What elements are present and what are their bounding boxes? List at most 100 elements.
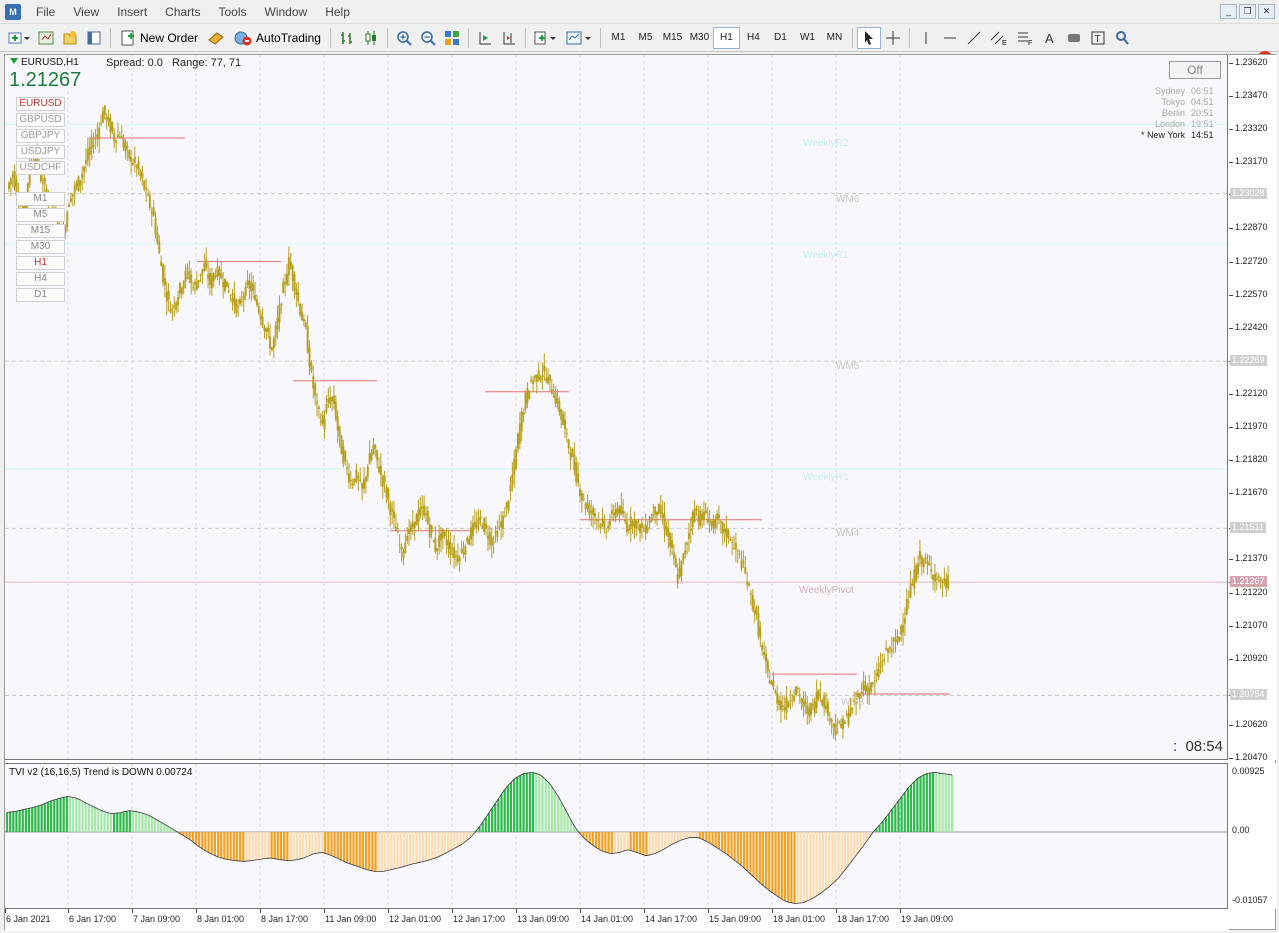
candle-body xyxy=(701,513,704,520)
bar-chart-button[interactable] xyxy=(335,27,359,49)
panel-timeframe-m5[interactable]: M5 xyxy=(16,208,65,222)
text-box-button[interactable]: T xyxy=(1086,27,1110,49)
candle-body xyxy=(505,501,508,509)
symbol-button-eurusd[interactable]: EURUSD xyxy=(16,97,65,111)
price-axis-tick xyxy=(1229,63,1233,64)
candle-body xyxy=(359,479,362,482)
price-axis[interactable]: 1.23620 1.23470 1.23320 1.23170 1.23028 1.228… xyxy=(1229,55,1277,762)
candle-body xyxy=(594,513,597,517)
minimize-icon[interactable]: _ xyxy=(1220,4,1237,19)
new-chart-button[interactable] xyxy=(4,27,34,49)
candle-body xyxy=(244,286,247,297)
tile-windows-icon xyxy=(444,30,459,45)
templates-button[interactable] xyxy=(562,27,596,49)
candle-body xyxy=(545,378,548,382)
symbol-button-usdchf[interactable]: USDCHF xyxy=(16,161,65,175)
menu-window[interactable]: Window xyxy=(256,0,317,24)
toolbar-separator xyxy=(467,27,469,48)
restore-icon[interactable]: ❐ xyxy=(1239,4,1256,19)
indicator-axis[interactable]: 0.00925 0.00 -0.01057 xyxy=(1229,763,1277,909)
panel-timeframe-m15[interactable]: M15 xyxy=(16,224,65,238)
time-axis-label: 6 Jan 17:00 xyxy=(69,914,117,924)
price-chart[interactable]: EURUSD,H1 Spread: 0.0 Range: 77, 71 1.21… xyxy=(5,55,1228,760)
timeframe-m1[interactable]: M1 xyxy=(605,27,632,49)
timeframe-d1[interactable]: D1 xyxy=(767,27,794,49)
cursor-button[interactable] xyxy=(856,26,881,49)
candle-body xyxy=(847,713,850,725)
candlestick-button[interactable] xyxy=(359,27,383,49)
crosshair-button[interactable] xyxy=(881,27,905,49)
symbol-button-usdjpy[interactable]: USDJPY xyxy=(16,145,65,159)
timeframe-m5[interactable]: M5 xyxy=(632,27,659,49)
indicators-button[interactable] xyxy=(530,27,562,49)
tile-windows-button[interactable] xyxy=(440,27,464,49)
candle-body xyxy=(137,160,140,171)
horizontal-line-icon xyxy=(943,37,956,38)
tvi-indicator-panel[interactable]: TVI v2 (16,16,5) Trend is DOWN 0.00724 xyxy=(5,763,1228,909)
candle-body xyxy=(924,557,927,560)
off-button[interactable]: Off xyxy=(1169,61,1221,79)
candle-body xyxy=(387,488,390,500)
time-axis[interactable]: 6 Jan 2021 6 Jan 17:00 7 Jan 09:00 8 Jan 01… xyxy=(5,909,1229,931)
panel-timeframe-m30[interactable]: M30 xyxy=(16,240,65,254)
trendline-button[interactable] xyxy=(962,27,986,49)
candle-body xyxy=(302,318,305,322)
price-axis-label: 1.21820 xyxy=(1235,454,1268,465)
zoom-out-button[interactable] xyxy=(416,27,440,49)
terminal-button[interactable] xyxy=(82,27,106,49)
chart-shift-button[interactable] xyxy=(497,27,521,49)
menu-view[interactable]: View xyxy=(64,0,108,24)
menu-charts[interactable]: Charts xyxy=(156,0,209,24)
candle-body xyxy=(601,518,604,525)
metaeditor-button[interactable] xyxy=(203,27,229,49)
vertical-line-button[interactable] xyxy=(914,27,938,49)
navigator-button[interactable] xyxy=(58,27,82,49)
text-button[interactable]: A xyxy=(1038,27,1062,49)
timeframe-h1[interactable]: H1 xyxy=(712,26,740,49)
menu-file[interactable]: File xyxy=(27,0,64,24)
candle-body xyxy=(248,280,251,289)
candle-body xyxy=(727,530,730,539)
autoscroll-button[interactable] xyxy=(473,27,497,49)
candle-body xyxy=(640,523,643,529)
text-label-button[interactable] xyxy=(1062,27,1086,49)
new-order-button[interactable]: New Order xyxy=(115,27,203,49)
equidistant-channel-button[interactable]: E xyxy=(986,27,1012,49)
time-axis-label: 18 Jan 17:00 xyxy=(837,914,890,924)
menu-help[interactable]: Help xyxy=(316,0,359,24)
panel-timeframe-d1[interactable]: D1 xyxy=(16,288,65,302)
candle-body xyxy=(717,514,720,519)
search-button[interactable] xyxy=(1110,27,1134,49)
timeframe-m30[interactable]: M30 xyxy=(686,27,713,49)
candle-body xyxy=(173,305,176,308)
timeframe-w1[interactable]: W1 xyxy=(794,27,821,49)
symbol-button-gbpusd[interactable]: GBPUSD xyxy=(16,113,65,127)
candle-body xyxy=(569,452,572,460)
panel-timeframe-m1[interactable]: M1 xyxy=(16,192,65,206)
candle-body xyxy=(731,541,734,543)
timeframe-mn[interactable]: MN xyxy=(821,27,848,49)
menu-insert[interactable]: Insert xyxy=(108,0,156,24)
candle-body xyxy=(349,479,352,482)
panel-timeframe-h4[interactable]: H4 xyxy=(16,272,65,286)
timeframe-m15[interactable]: M15 xyxy=(659,27,686,49)
candle-body xyxy=(374,445,377,449)
autotrading-button[interactable]: AutoTrading xyxy=(229,27,326,49)
candle-body xyxy=(109,118,112,132)
symbol-button-gbpjpy[interactable]: GBPJPY xyxy=(16,129,65,143)
timeframe-h4[interactable]: H4 xyxy=(740,27,767,49)
time-axis-tick xyxy=(68,909,69,913)
market-watch-button[interactable] xyxy=(34,27,58,49)
candle-body xyxy=(92,145,95,147)
horizontal-line-button[interactable] xyxy=(938,27,962,49)
fibonacci-button[interactable]: F xyxy=(1012,27,1038,49)
close-icon[interactable]: ✕ xyxy=(1258,4,1275,19)
panel-timeframe-h1[interactable]: H1 xyxy=(16,256,65,270)
candle-body xyxy=(866,686,869,693)
candle-body xyxy=(133,156,136,163)
candle-body xyxy=(9,178,12,185)
zoom-in-button[interactable] xyxy=(392,27,416,49)
clock-london: London 19:51 xyxy=(1115,119,1221,129)
menu-tools[interactable]: Tools xyxy=(210,0,256,24)
candle-body xyxy=(800,698,803,703)
